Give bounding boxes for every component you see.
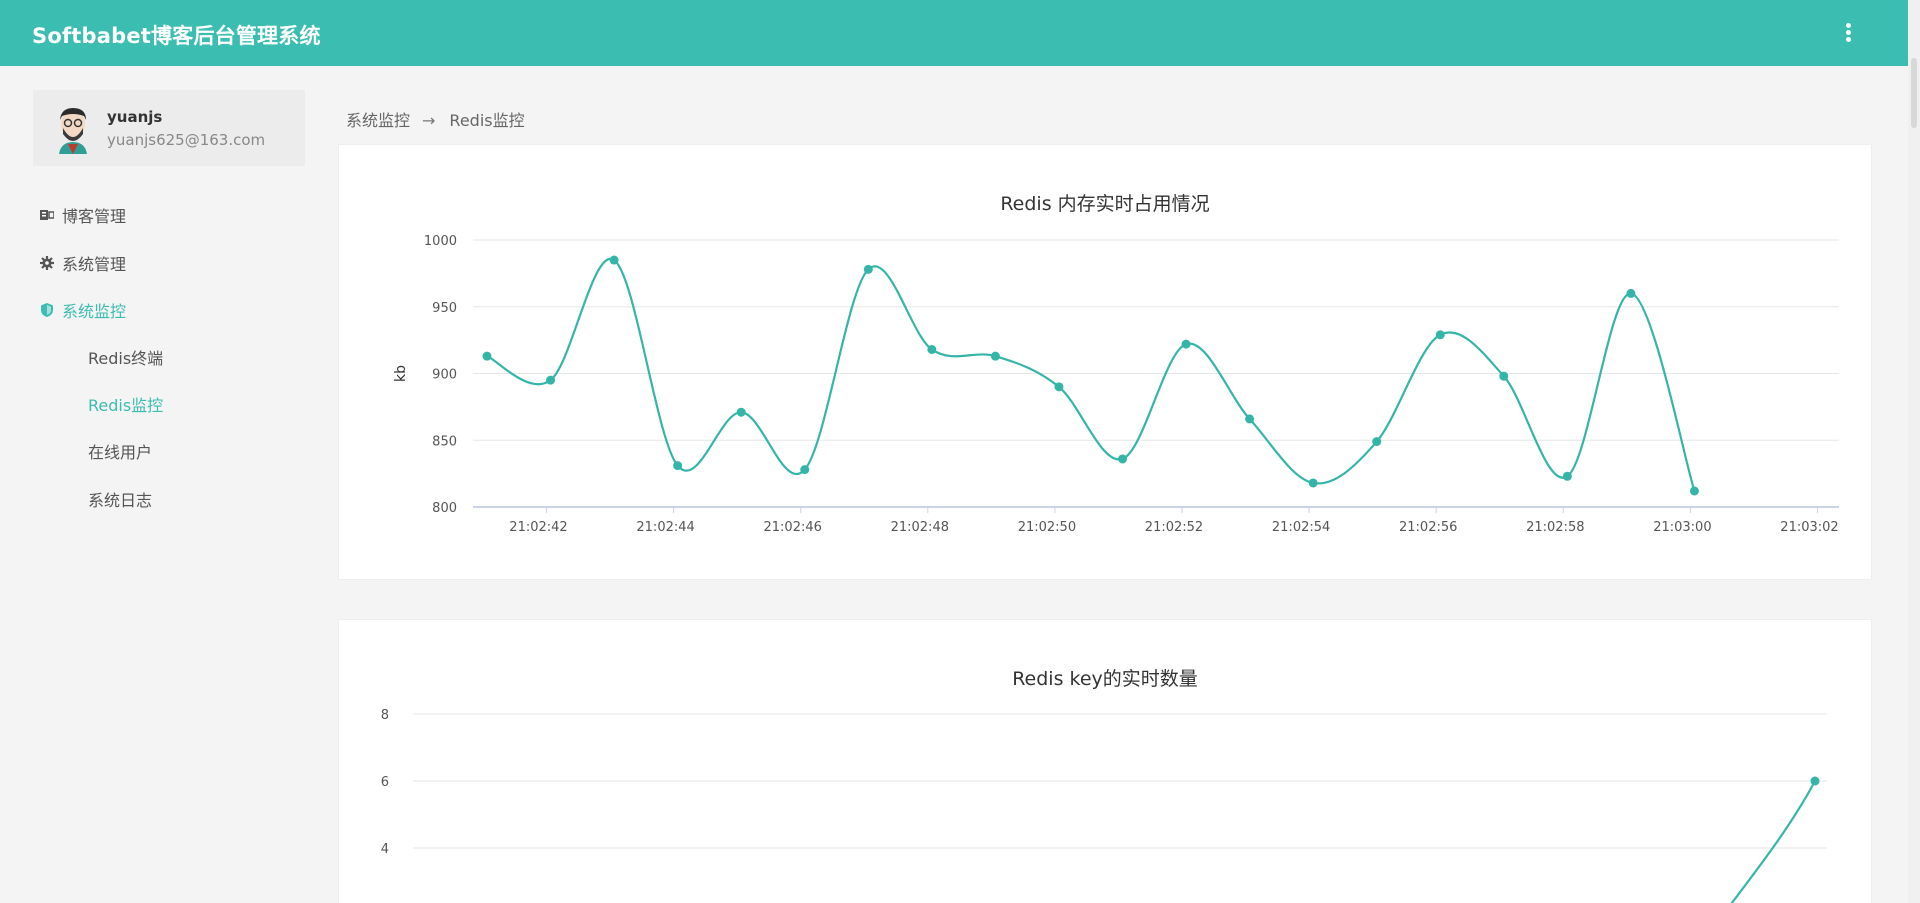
data-point [927, 344, 937, 354]
data-point [990, 351, 1000, 361]
y-tick-label: 4 [381, 842, 389, 857]
x-tick-label: 21:02:56 [1399, 520, 1457, 535]
sidebar-item-blog[interactable]: 博客管理 [40, 203, 126, 227]
data-point [1626, 288, 1636, 298]
x-tick-label: 21:02:58 [1526, 520, 1584, 535]
data-point [1181, 339, 1191, 349]
more-vert-icon[interactable] [1842, 22, 1854, 44]
data-point [1562, 471, 1572, 481]
sidebar-item-label: 博客管理 [62, 207, 127, 226]
gear-icon [40, 256, 54, 270]
sidebar-subitem-system-log[interactable]: 系统日志 [88, 487, 152, 511]
x-tick-label: 21:02:42 [509, 520, 567, 535]
user-email: yuanjs625@163.com [107, 131, 266, 149]
data-point [1245, 414, 1255, 424]
sidebar-subitem-redis-terminal[interactable]: Redis终端 [88, 345, 163, 369]
breadcrumb: 系统监控 → Redis监控 [346, 107, 525, 131]
chart-title: Redis key的实时数量 [1012, 668, 1198, 690]
data-point [863, 264, 873, 274]
sidebar-subitem-redis-monitor[interactable]: Redis监控 [88, 392, 163, 416]
x-tick-label: 21:02:50 [1018, 520, 1076, 535]
data-point [1118, 454, 1127, 464]
y-tick-label: 850 [432, 434, 457, 449]
series-line [1730, 780, 1816, 903]
data-point [1054, 382, 1064, 392]
sidebar-item-label: 系统管理 [62, 255, 127, 274]
user-profile-card: yuanjs yuanjs625@163.com [33, 90, 305, 166]
x-tick-label: 21:02:46 [764, 520, 822, 535]
data-point [1308, 478, 1318, 488]
data-point [1689, 486, 1699, 496]
user-avatar [59, 108, 87, 154]
user-name: yuanjs [107, 108, 163, 126]
breadcrumb-separator: → [422, 111, 436, 130]
y-tick-label: 6 [381, 775, 389, 790]
x-tick-label: 21:02:54 [1272, 520, 1330, 535]
shield-icon [41, 303, 53, 317]
data-point [1810, 776, 1820, 786]
sidebar-item-label: 系统监控 [62, 302, 127, 321]
top-bar: Softbabet博客后台管理系统 [0, 0, 1908, 66]
y-tick-label: 950 [432, 301, 457, 316]
x-tick-label: 21:02:48 [891, 520, 949, 535]
chart-title: Redis 内存实时占用情况 [1000, 193, 1210, 215]
y-tick-label: 8 [381, 708, 389, 723]
x-tick-label: 21:02:52 [1145, 520, 1203, 535]
sidebar-item-system[interactable]: 系统管理 [40, 251, 126, 275]
data-point [1435, 330, 1445, 340]
data-point [673, 461, 683, 471]
memory-chart-card: Redis 内存实时占用情况 800 850 900 950 1000 kb 21:02:4… [338, 144, 1872, 580]
breadcrumb-current: Redis监控 [449, 111, 525, 130]
x-tick-label: 21:02:44 [636, 520, 694, 535]
data-point [736, 407, 746, 417]
y-tick-label: 900 [432, 368, 457, 383]
y-tick-label: 800 [432, 501, 457, 516]
data-point [546, 375, 556, 385]
sidebar-item-monitor[interactable]: 系统监控 [40, 298, 126, 322]
x-tick-label: 21:03:00 [1653, 520, 1711, 535]
series-line [486, 257, 1696, 492]
data-point [1372, 437, 1382, 447]
keys-chart-card: Redis key的实时数量 4 6 8 [338, 619, 1872, 903]
breadcrumb-parent[interactable]: 系统监控 [346, 111, 410, 130]
y-tick-label: 1000 [424, 234, 457, 249]
sidebar-subitem-online-users[interactable]: 在线用户 [88, 439, 152, 463]
x-tick-label: 21:03:02 [1780, 520, 1838, 535]
page-scrollbar[interactable] [1908, 0, 1920, 903]
keys-chart: 4 6 8 [381, 708, 1827, 903]
data-point [1499, 371, 1509, 381]
data-point [800, 465, 810, 475]
app-title: Softbabet博客后台管理系统 [32, 24, 321, 48]
data-point [482, 351, 492, 361]
y-axis-label: kb [393, 365, 409, 382]
data-point [609, 255, 619, 265]
blog-icon [40, 210, 54, 220]
